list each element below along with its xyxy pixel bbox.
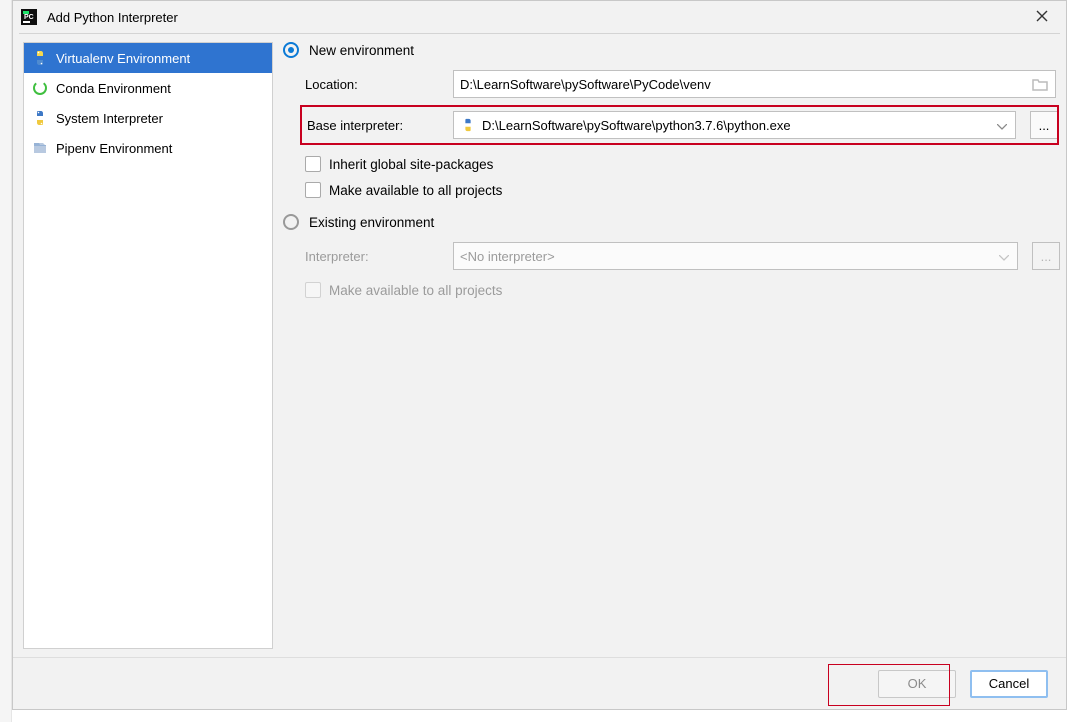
base-interpreter-combo[interactable]: D:\LearnSoftware\pySoftware\python3.7.6\… <box>453 111 1016 139</box>
python-icon <box>32 50 48 66</box>
radio-new-environment[interactable] <box>283 42 299 58</box>
inherit-global-row: Inherit global site-packages <box>305 156 1056 172</box>
sidebar-item-pipenv[interactable]: Pipenv Environment <box>24 133 272 163</box>
sidebar-item-label: Virtualenv Environment <box>56 51 190 66</box>
chevron-down-icon <box>997 118 1009 133</box>
pipenv-icon <box>32 140 48 156</box>
sidebar-item-label: Conda Environment <box>56 81 171 96</box>
folder-open-icon[interactable] <box>1031 75 1049 93</box>
interpreter-label: Interpreter: <box>305 249 445 264</box>
make-available-existing-label: Make available to all projects <box>329 283 502 298</box>
sidebar-item-system[interactable]: System Interpreter <box>24 103 272 133</box>
make-available-new-label: Make available to all projects <box>329 183 502 198</box>
sidebar-item-label: Pipenv Environment <box>56 141 172 156</box>
existing-interpreter-value: <No interpreter> <box>460 249 993 264</box>
base-interpreter-browse-button[interactable]: ... <box>1030 111 1058 139</box>
make-available-existing-row: Make available to all projects <box>305 282 1056 298</box>
radio-existing-environment[interactable] <box>283 214 299 230</box>
make-available-new-checkbox[interactable] <box>305 182 321 198</box>
dialog-footer: OK Cancel <box>13 657 1066 709</box>
base-interpreter-row: Base interpreter: D:\LearnSoftware\pySof… <box>303 108 1056 142</box>
inherit-global-checkbox[interactable] <box>305 156 321 172</box>
location-field[interactable]: D:\LearnSoftware\pySoftware\PyCode\venv <box>453 70 1056 98</box>
radio-new-environment-row: New environment <box>283 42 1056 58</box>
radio-label: Existing environment <box>309 215 434 230</box>
close-button[interactable] <box>1022 3 1062 31</box>
close-icon <box>1036 10 1048 25</box>
location-label: Location: <box>305 77 445 92</box>
location-value: D:\LearnSoftware\pySoftware\PyCode\venv <box>460 77 1031 92</box>
svg-text:PC: PC <box>24 14 34 21</box>
make-available-new-row: Make available to all projects <box>305 182 1056 198</box>
sidebar-item-virtualenv[interactable]: Virtualenv Environment <box>24 43 272 73</box>
chevron-down-icon <box>999 249 1011 264</box>
titlebar: PC Add Python Interpreter <box>13 1 1066 33</box>
python-icon <box>460 117 476 133</box>
existing-interpreter-combo: <No interpreter> <box>453 242 1018 270</box>
radio-existing-environment-row: Existing environment <box>283 214 1056 230</box>
window-title: Add Python Interpreter <box>47 10 178 25</box>
conda-icon <box>32 80 48 96</box>
radio-label: New environment <box>309 43 414 58</box>
sidebar-item-label: System Interpreter <box>56 111 163 126</box>
make-available-existing-checkbox <box>305 282 321 298</box>
sidebar-item-conda[interactable]: Conda Environment <box>24 73 272 103</box>
python-icon <box>32 110 48 126</box>
pycharm-icon: PC <box>21 9 37 25</box>
cancel-button[interactable]: Cancel <box>970 670 1048 698</box>
existing-interpreter-browse-button: ... <box>1032 242 1060 270</box>
add-python-interpreter-dialog: PC Add Python Interpreter <box>12 0 1067 710</box>
base-interpreter-label: Base interpreter: <box>305 118 445 133</box>
interpreter-type-sidebar: Virtualenv Environment Conda Environment <box>23 42 273 649</box>
ok-button[interactable]: OK <box>878 670 956 698</box>
base-interpreter-value: D:\LearnSoftware\pySoftware\python3.7.6\… <box>482 118 991 133</box>
content-panel: New environment Location: D:\LearnSoftwa… <box>283 42 1056 649</box>
inherit-global-label: Inherit global site-packages <box>329 157 493 172</box>
existing-interpreter-row: Interpreter: <No interpreter> ... <box>305 242 1056 270</box>
